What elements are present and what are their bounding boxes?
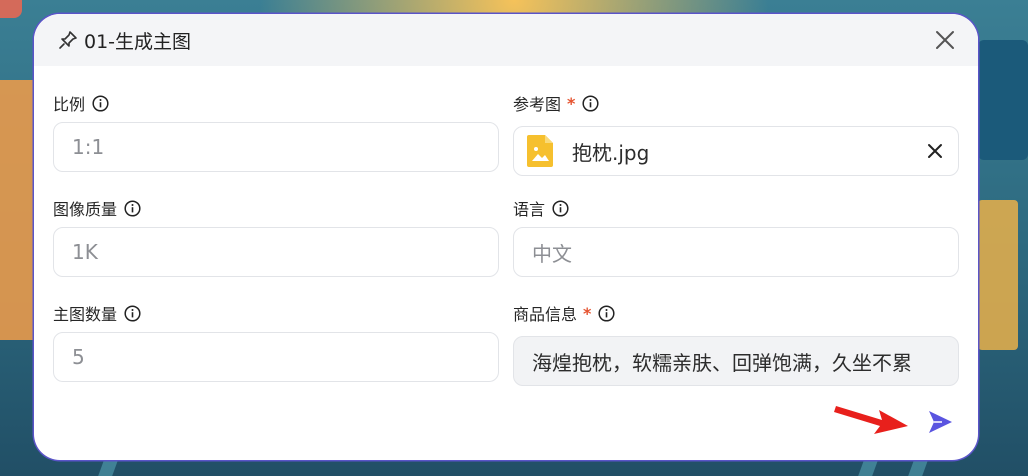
reference-file-chip[interactable]: 抱枕.jpg	[513, 126, 959, 176]
bg-decoration	[0, 0, 22, 18]
info-icon[interactable]	[552, 199, 569, 217]
bg-decoration	[978, 40, 1028, 160]
product-info-input[interactable]: 海煌抱枕，软糯亲肤、回弹饱满，久坐不累	[513, 336, 959, 386]
product-info-field: 商品信息 * 海煌抱枕，软糯亲肤、回弹饱满，久坐不累	[513, 300, 959, 386]
send-icon[interactable]	[926, 408, 954, 436]
generate-main-image-dialog: 01-生成主图 比例 1:1 图像质量 1K 主图数量 5 参考图 * 抱枕.j…	[34, 14, 978, 460]
ratio-label: 比例	[53, 90, 499, 116]
dialog-header: 01-生成主图	[34, 14, 978, 66]
product-info-label: 商品信息 *	[513, 300, 959, 326]
quality-placeholder: 1K	[72, 240, 98, 264]
annotation-arrow	[834, 406, 908, 434]
required-mark: *	[583, 303, 592, 323]
close-icon[interactable]	[932, 27, 958, 53]
bg-decoration	[978, 200, 1018, 350]
quality-label: 图像质量	[53, 195, 499, 221]
image-file-icon	[526, 134, 554, 168]
count-label: 主图数量	[53, 300, 499, 326]
product-info-label-text: 商品信息	[513, 305, 578, 324]
reference-image-field: 参考图 * 抱枕.jpg	[513, 90, 959, 176]
info-icon[interactable]	[582, 94, 599, 112]
quality-field: 图像质量 1K	[53, 195, 499, 277]
dialog-title: 01-生成主图	[84, 30, 192, 53]
count-input[interactable]: 5	[53, 332, 499, 382]
language-label: 语言	[513, 195, 959, 221]
language-placeholder: 中文	[532, 241, 572, 266]
language-field: 语言 中文	[513, 195, 959, 277]
language-input[interactable]: 中文	[513, 227, 959, 277]
count-label-text: 主图数量	[53, 305, 118, 324]
ratio-label-text: 比例	[53, 95, 86, 114]
product-info-value: 海煌抱枕，软糯亲肤、回弹饱满，久坐不累	[532, 350, 912, 375]
ratio-input[interactable]: 1:1	[53, 122, 499, 172]
sparkle-pin-icon	[58, 30, 78, 50]
quality-label-text: 图像质量	[53, 200, 118, 219]
remove-file-icon[interactable]	[924, 140, 946, 162]
reference-label: 参考图 *	[513, 90, 959, 116]
language-label-text: 语言	[513, 200, 546, 219]
count-placeholder: 5	[72, 345, 85, 369]
required-mark: *	[567, 93, 576, 113]
info-icon[interactable]	[124, 199, 141, 217]
quality-input[interactable]: 1K	[53, 227, 499, 277]
info-icon[interactable]	[124, 304, 141, 322]
info-icon[interactable]	[92, 94, 109, 112]
reference-file-name: 抱枕.jpg	[572, 140, 650, 165]
count-field: 主图数量 5	[53, 300, 499, 382]
reference-label-text: 参考图	[513, 95, 562, 114]
ratio-field: 比例 1:1	[53, 90, 499, 172]
ratio-placeholder: 1:1	[72, 135, 105, 159]
info-icon[interactable]	[598, 304, 615, 322]
